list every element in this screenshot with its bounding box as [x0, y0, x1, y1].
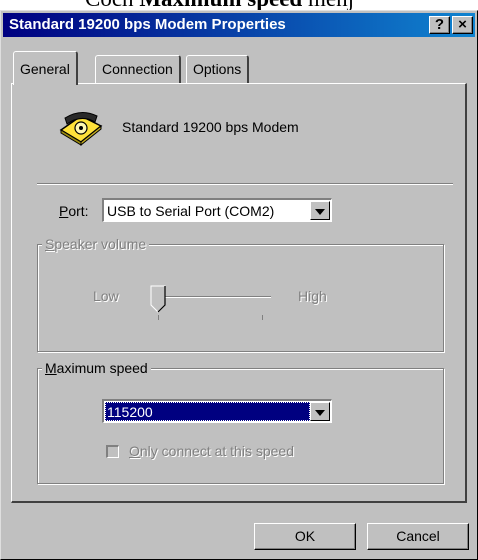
- volume-slider-track: [155, 296, 271, 298]
- help-icon: ?: [434, 16, 445, 33]
- only-connect-label: Only connect at this speed: [129, 443, 294, 459]
- tab-general[interactable]: General: [13, 51, 78, 85]
- modem-properties-dialog: Standard 19200 bps Modem Properties ? × …: [0, 10, 478, 560]
- tab-options[interactable]: Options: [186, 55, 250, 83]
- maximum-speed-group: [37, 368, 444, 484]
- title-bar: Standard 19200 bps Modem Properties ? ×: [3, 13, 475, 37]
- help-button[interactable]: ?: [429, 16, 450, 34]
- modem-name: Standard 19200 bps Modem: [122, 119, 299, 135]
- port-label-mnemonic: P: [59, 203, 69, 219]
- maximum-speed-select[interactable]: 115200: [102, 399, 332, 423]
- modem-telephone-icon: [59, 112, 103, 146]
- close-button[interactable]: ×: [452, 16, 473, 34]
- cancel-button[interactable]: Cancel: [367, 523, 469, 550]
- only-connect-mnemonic: O: [129, 443, 140, 459]
- port-dropdown-button[interactable]: [310, 201, 330, 220]
- port-label: Port:: [59, 203, 89, 219]
- only-connect-rest: nly connect at this speed: [139, 443, 294, 459]
- volume-low-label: Low: [93, 288, 119, 304]
- maximum-speed-label: Maximum speed: [42, 360, 151, 376]
- chevron-down-icon: [315, 208, 325, 215]
- tab-options-label: Options: [193, 61, 242, 77]
- chevron-down-icon: [315, 409, 325, 416]
- tab-connection[interactable]: Connection: [95, 55, 181, 83]
- speaker-label-mnemonic: S: [45, 236, 55, 252]
- speed-label-mnemonic: M: [45, 360, 57, 376]
- volume-tick-low: [158, 315, 159, 320]
- speaker-volume-label: Speaker volume: [42, 236, 150, 252]
- separator: [37, 183, 453, 185]
- speaker-label-rest: peaker volume: [54, 236, 147, 252]
- speed-label-rest: aximum speed: [56, 360, 148, 376]
- maximum-speed-value: 115200: [105, 402, 310, 421]
- port-label-rest: ort:: [68, 203, 89, 219]
- tab-general-label: General: [20, 61, 70, 77]
- port-select-value: USB to Serial Port (COM2): [107, 203, 275, 219]
- ok-button[interactable]: OK: [254, 523, 356, 550]
- window-title: Standard 19200 bps Modem Properties: [9, 16, 286, 33]
- speed-dropdown-button[interactable]: [310, 402, 330, 421]
- only-connect-checkbox[interactable]: [106, 445, 119, 458]
- volume-high-label: High: [298, 288, 327, 304]
- volume-slider-thumb[interactable]: [150, 285, 167, 313]
- close-icon: ×: [458, 16, 467, 33]
- tab-connection-label: Connection: [102, 61, 173, 77]
- volume-tick-high: [262, 315, 263, 320]
- port-select[interactable]: USB to Serial Port (COM2): [102, 198, 332, 222]
